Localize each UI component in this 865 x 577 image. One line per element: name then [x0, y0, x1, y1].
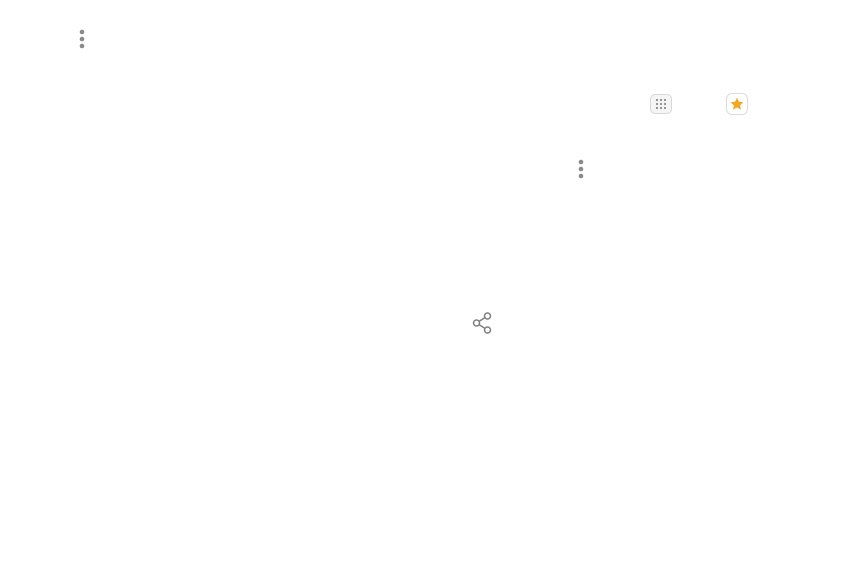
more-options-icon[interactable]	[571, 158, 591, 180]
star-app-icon	[726, 93, 748, 115]
share-icon[interactable]	[471, 311, 493, 335]
favorite-app-button[interactable]	[725, 92, 749, 116]
more-options-icon[interactable]	[72, 28, 92, 50]
apps-button[interactable]	[649, 93, 673, 115]
apps-grid-icon	[650, 94, 672, 114]
